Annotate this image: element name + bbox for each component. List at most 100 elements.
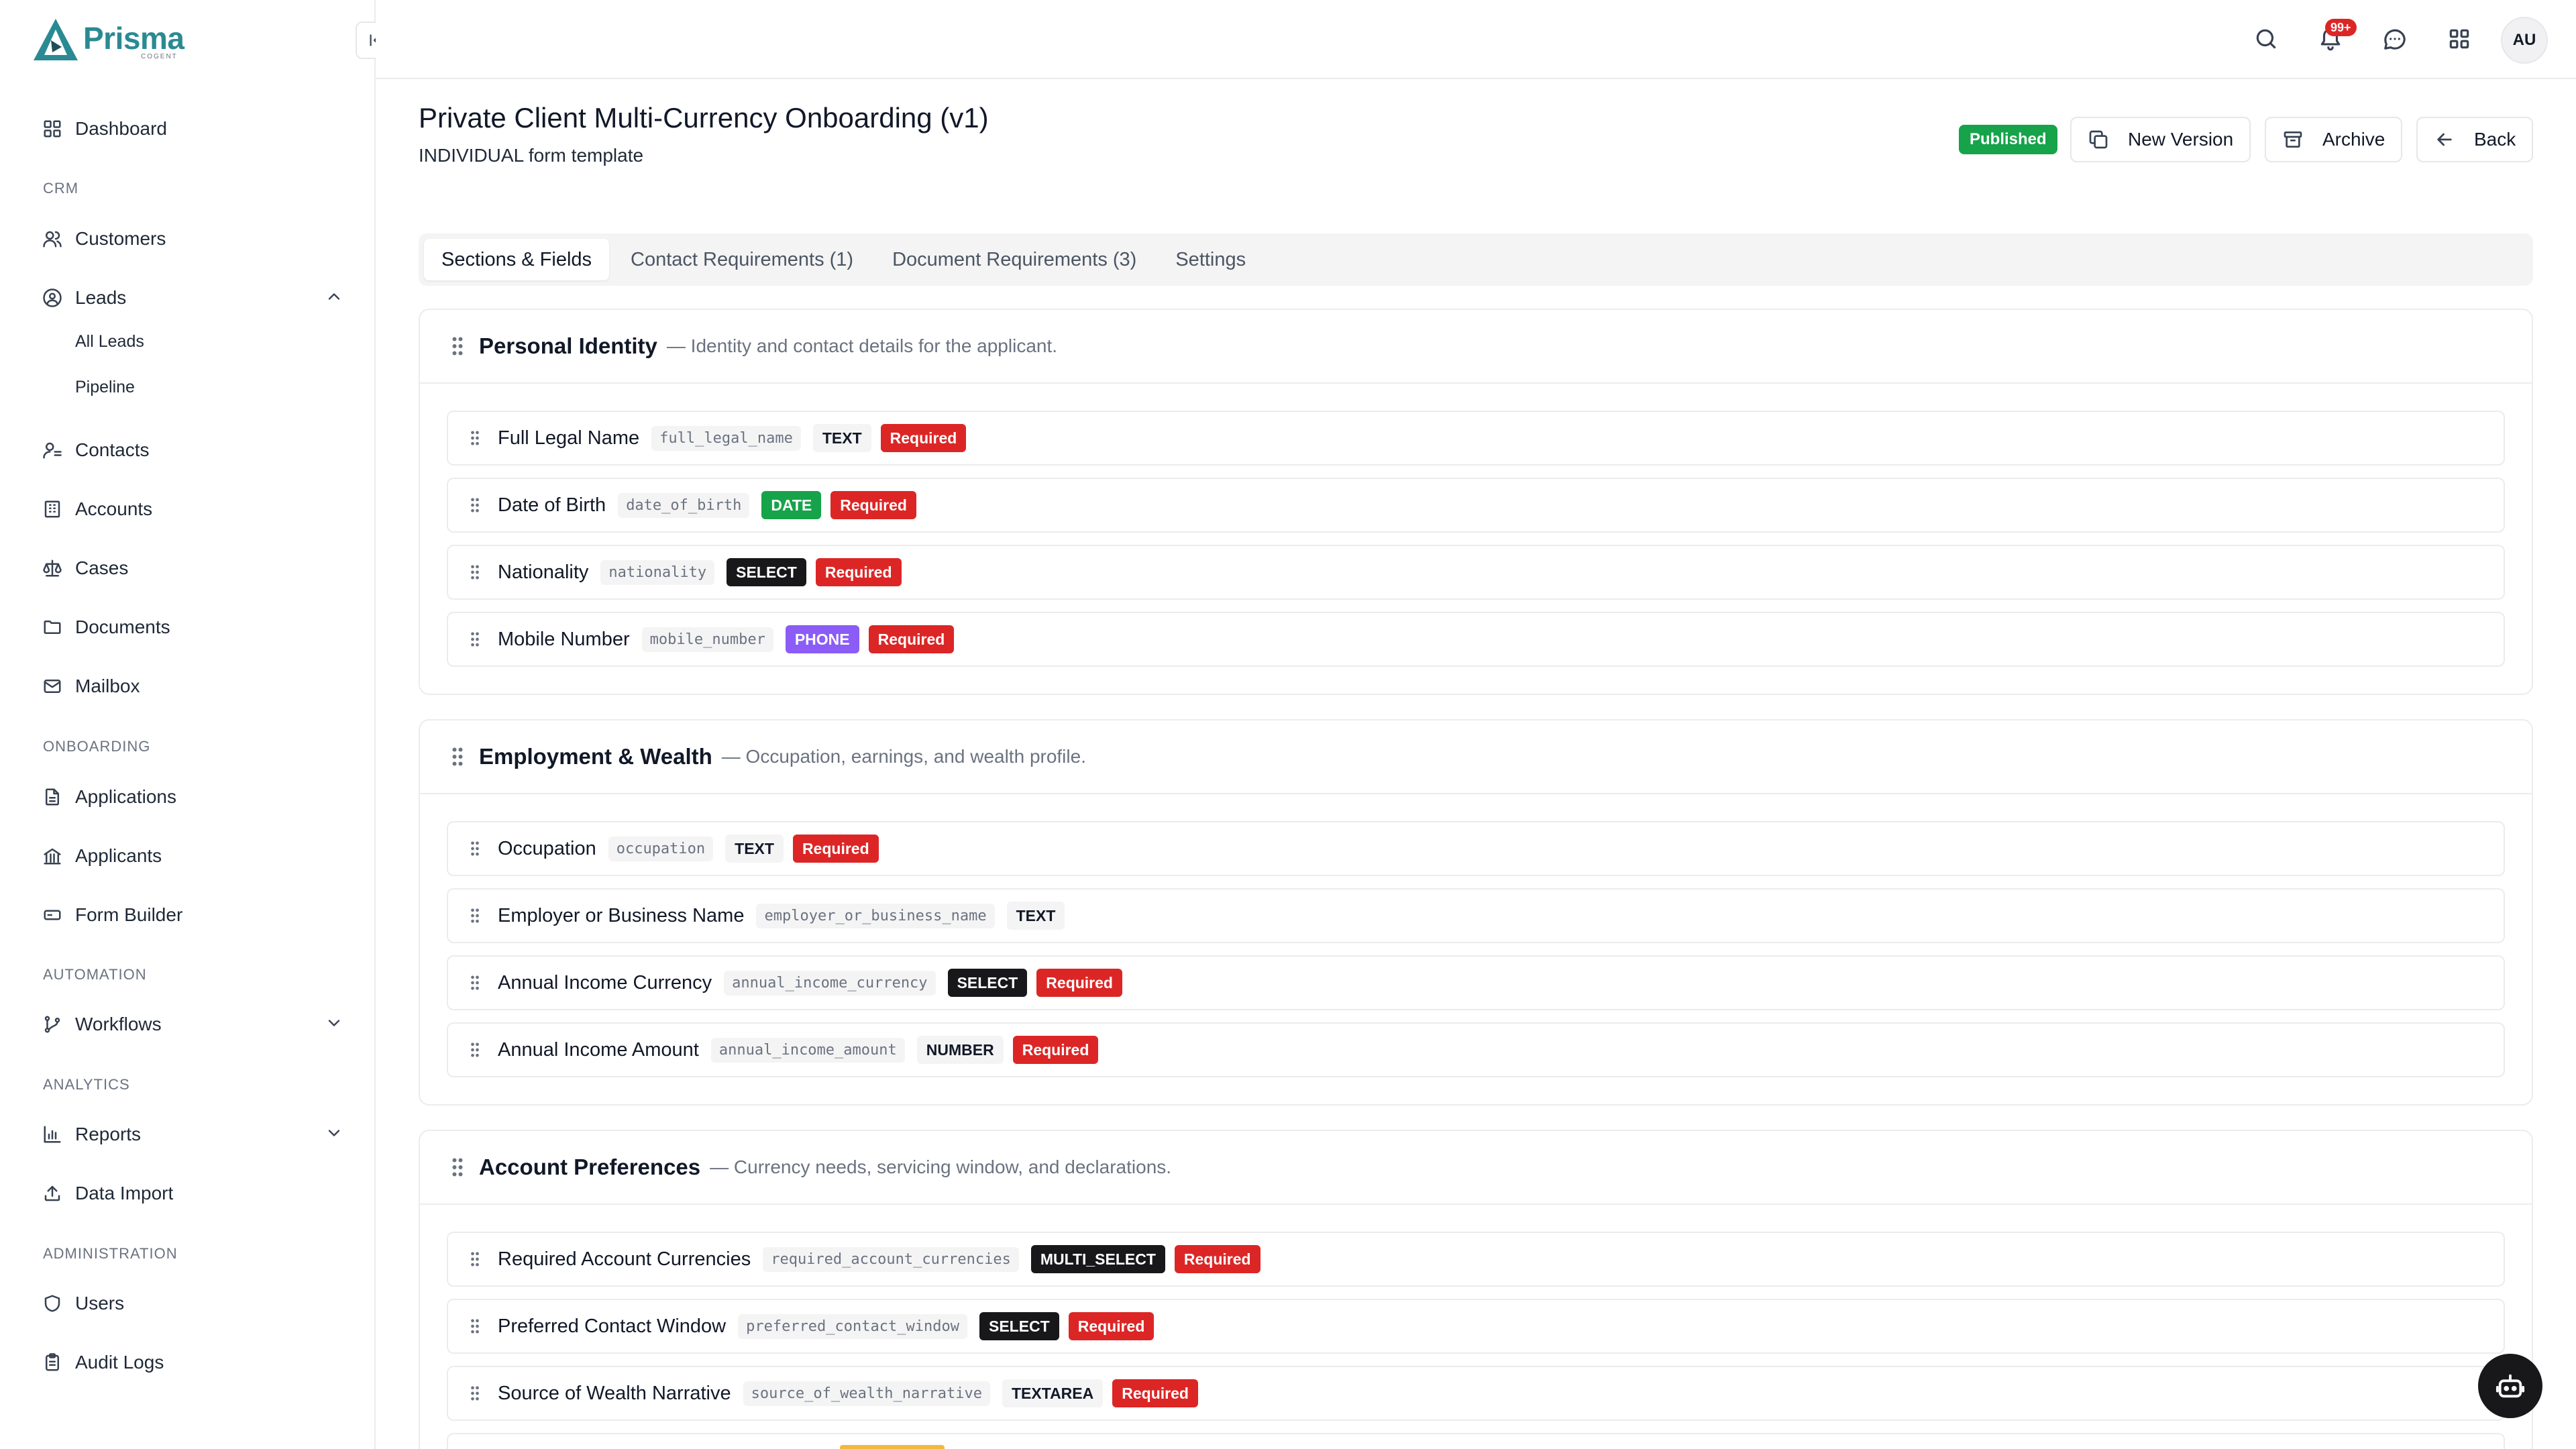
sidebar-item-label: Customers xyxy=(75,228,166,249)
sidebar: Prisma COGENT Dashboard CRM Customers Le… xyxy=(0,0,376,1449)
sidebar-item-label: Applicants xyxy=(75,845,162,866)
sidebar-item-applications[interactable]: Applications xyxy=(42,781,343,813)
drag-handle-icon[interactable] xyxy=(467,427,483,449)
messages-button[interactable] xyxy=(2376,20,2414,58)
drag-handle-icon[interactable] xyxy=(467,494,483,517)
field-type-badge: TEXT xyxy=(725,835,784,863)
drag-handle-icon[interactable] xyxy=(449,1156,466,1179)
field-row[interactable]: Occupation occupation TEXT Required xyxy=(447,821,2505,876)
new-version-button[interactable]: New Version xyxy=(2070,117,2251,162)
section-header: Personal Identity — Identity and contact… xyxy=(420,310,2532,384)
search-button[interactable] xyxy=(2247,20,2285,58)
field-key: preferred_contact_window xyxy=(738,1313,967,1339)
sidebar-item-contacts[interactable]: Contacts xyxy=(42,434,343,466)
field-key: required_account_currencies xyxy=(763,1246,1019,1272)
sidebar-item-mailbox[interactable]: Mailbox xyxy=(42,670,343,702)
page-subtitle: INDIVIDUAL form template xyxy=(419,145,644,166)
drag-handle-icon[interactable] xyxy=(467,1315,483,1338)
nav-section-onboarding: ONBOARDING xyxy=(43,738,151,755)
required-badge: Required xyxy=(792,835,879,863)
sidebar-item-label: Workflows xyxy=(75,1014,162,1034)
field-row[interactable]: Date of Birth date_of_birth DATE Require… xyxy=(447,478,2505,533)
field-row[interactable]: Full Legal Name full_legal_name TEXT Req… xyxy=(447,411,2505,466)
field-row[interactable]: Mobile Number mobile_number PHONE Requir… xyxy=(447,612,2505,667)
sidebar-item-applicants[interactable]: Applicants xyxy=(42,840,343,872)
chevron-up-icon xyxy=(328,293,340,300)
field-label: Employer or Business Name xyxy=(498,904,745,926)
sidebar-item-label: Mailbox xyxy=(75,676,140,696)
sidebar-item-leads[interactable]: Leads xyxy=(42,282,343,314)
sidebar-item-label: Data Import xyxy=(75,1183,174,1203)
apps-button[interactable] xyxy=(2440,20,2478,58)
nav-section-administration: ADMINISTRATION xyxy=(43,1245,178,1262)
tab-contact-requirements[interactable]: Contact Requirements (1) xyxy=(613,239,871,280)
field-type-badge: SELECT xyxy=(979,1312,1059,1340)
field-row[interactable]: Annual Income Currency annual_income_cur… xyxy=(447,955,2505,1010)
section-title: Account Preferences xyxy=(479,1155,701,1179)
sidebar-item-dashboard[interactable]: Dashboard xyxy=(42,113,343,145)
sidebar-subitem-all-leads[interactable]: All Leads xyxy=(75,332,144,352)
field-key: occupation xyxy=(608,836,714,861)
nav-section-automation: AUTOMATION xyxy=(43,966,147,983)
field-type-badge: NUMBER xyxy=(916,1036,1004,1064)
required-badge: Required xyxy=(815,558,902,586)
columns-icon xyxy=(44,848,61,865)
sidebar-item-label: Applications xyxy=(75,786,176,807)
sidebar-item-customers[interactable]: Customers xyxy=(42,223,343,255)
tab-document-requirements[interactable]: Document Requirements (3) xyxy=(875,239,1154,280)
grid-icon xyxy=(2449,29,2469,49)
user-avatar[interactable]: AU xyxy=(2501,17,2548,64)
sidebar-item-reports[interactable]: Reports xyxy=(42,1118,343,1150)
user-circle-icon xyxy=(43,288,62,307)
drag-handle-icon[interactable] xyxy=(449,745,466,768)
app-sub: COGENT xyxy=(141,53,178,60)
sidebar-item-form-builder[interactable]: Form Builder xyxy=(42,899,343,931)
drag-handle-icon[interactable] xyxy=(467,904,483,927)
contact-icon xyxy=(43,442,62,459)
assistant-button[interactable] xyxy=(2478,1354,2542,1418)
field-key: annual_income_amount xyxy=(710,1037,905,1063)
archive-button[interactable]: Archive xyxy=(2265,117,2403,162)
field-row[interactable]: Preferred Contact Window preferred_conta… xyxy=(447,1299,2505,1354)
arrow-left-icon xyxy=(2437,133,2452,146)
shield-icon xyxy=(44,1295,60,1312)
sidebar-item-label: Documents xyxy=(75,616,170,637)
field-type-badge: MULTI_SELECT xyxy=(1030,1245,1165,1273)
drag-handle-icon[interactable] xyxy=(467,837,483,860)
sidebar-item-label: Form Builder xyxy=(75,904,183,925)
sidebar-subitem-pipeline[interactable]: Pipeline xyxy=(75,378,135,397)
drag-handle-icon[interactable] xyxy=(467,561,483,584)
form-icon xyxy=(44,910,61,920)
section-header: Account Preferences — Currency needs, se… xyxy=(420,1131,2532,1205)
back-button[interactable]: Back xyxy=(2416,117,2534,162)
field-row[interactable]: Nationality nationality SELECT Required xyxy=(447,545,2505,600)
field-key: annual_income_currency xyxy=(724,970,936,996)
drag-handle-icon[interactable] xyxy=(467,628,483,651)
tab-sections-fields[interactable]: Sections & Fields xyxy=(424,239,610,280)
sidebar-item-users[interactable]: Users xyxy=(42,1287,343,1320)
field-row[interactable]: Source of Wealth Narrative source_of_wea… xyxy=(447,1366,2505,1421)
drag-handle-icon[interactable] xyxy=(467,1248,483,1271)
sidebar-item-data-import[interactable]: Data Import xyxy=(42,1177,343,1210)
sidebar-item-documents[interactable]: Documents xyxy=(42,611,343,643)
sidebar-item-accounts[interactable]: Accounts xyxy=(42,493,343,525)
sidebar-item-workflows[interactable]: Workflows xyxy=(42,1008,343,1040)
required-badge: Required xyxy=(1068,1312,1155,1340)
field-label: Source of Wealth Narrative xyxy=(498,1382,731,1404)
drag-handle-icon[interactable] xyxy=(467,1038,483,1061)
nav-section-analytics: ANALYTICS xyxy=(43,1076,130,1093)
drag-handle-icon[interactable] xyxy=(467,971,483,994)
tab-settings[interactable]: Settings xyxy=(1158,239,1263,280)
notifications-button[interactable]: 99+ xyxy=(2312,19,2357,58)
drag-handle-icon[interactable] xyxy=(467,1382,483,1405)
section-title: Employment & Wealth xyxy=(479,744,712,769)
field-row[interactable]: Employer or Business Name employer_or_bu… xyxy=(447,888,2505,943)
drag-handle-icon[interactable] xyxy=(449,335,466,358)
sidebar-item-audit-logs[interactable]: Audit Logs xyxy=(42,1346,343,1379)
field-label: Full Legal Name xyxy=(498,427,640,449)
sidebar-item-cases[interactable]: Cases xyxy=(42,552,343,584)
prisma-logo[interactable]: Prisma COGENT xyxy=(32,17,184,66)
field-row[interactable]: Required Account Currencies required_acc… xyxy=(447,1232,2505,1287)
sidebar-item-label: Leads xyxy=(75,287,127,308)
field-row[interactable]: Annual Income Amount annual_income_amoun… xyxy=(447,1022,2505,1077)
